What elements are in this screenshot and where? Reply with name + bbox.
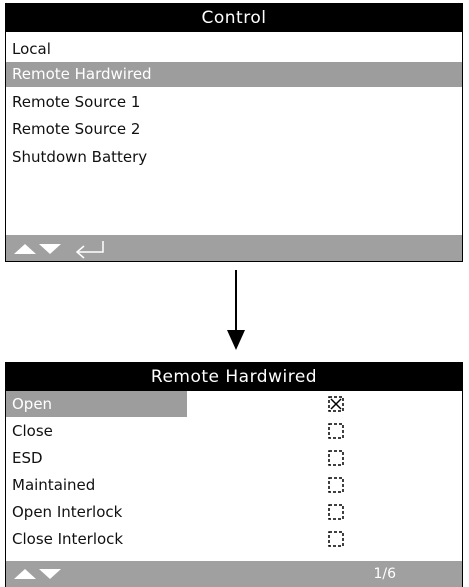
control-screen: Control Local Remote Hardwired Remote So… <box>5 3 463 262</box>
down-arrow-icon[interactable] <box>39 244 61 254</box>
option-label-close: Close <box>12 422 53 440</box>
remote-hardwired-screen: Remote Hardwired Open Close ESD Maintain… <box>5 362 463 587</box>
checkbox-unchecked-icon[interactable] <box>328 450 344 466</box>
checkbox-unchecked-icon[interactable] <box>328 531 344 547</box>
up-arrow-icon[interactable] <box>14 244 36 254</box>
option-row-close-interlock[interactable]: Close Interlock <box>6 526 462 553</box>
checkbox-unchecked-icon[interactable] <box>328 423 344 439</box>
control-title: Control <box>6 4 462 32</box>
option-row-open-interlock[interactable]: Open Interlock <box>6 499 462 526</box>
menu-item-remote-source-2[interactable]: Remote Source 2 <box>6 117 462 142</box>
menu-item-shutdown-battery[interactable]: Shutdown Battery <box>6 145 462 170</box>
control-footer <box>6 235 462 261</box>
option-label-maintained: Maintained <box>12 476 96 494</box>
remote-hardwired-title: Remote Hardwired <box>6 363 462 391</box>
option-row-esd[interactable]: ESD <box>6 445 462 472</box>
checkbox-unchecked-icon[interactable] <box>328 504 344 520</box>
menu-item-remote-source-1[interactable]: Remote Source 1 <box>6 90 462 115</box>
checkbox-unchecked-icon[interactable] <box>328 477 344 493</box>
remote-hardwired-footer: 1/6 <box>6 561 462 587</box>
down-arrow-icon[interactable] <box>39 569 61 579</box>
enter-icon[interactable] <box>75 241 104 259</box>
option-label-esd: ESD <box>12 449 43 467</box>
up-arrow-icon[interactable] <box>14 569 36 579</box>
option-label-close-interlock: Close Interlock <box>12 530 124 548</box>
option-row-close[interactable]: Close <box>6 418 462 445</box>
checkbox-checked-icon[interactable] <box>328 396 344 412</box>
option-label-open-interlock: Open Interlock <box>12 503 123 521</box>
option-row-maintained[interactable]: Maintained <box>6 472 462 499</box>
page-indicator: 1/6 <box>373 566 396 582</box>
option-row-open[interactable]: Open <box>6 391 462 418</box>
option-label-open: Open <box>6 391 187 417</box>
menu-item-remote-hardwired[interactable]: Remote Hardwired <box>6 62 462 87</box>
menu-item-local[interactable]: Local <box>6 37 462 62</box>
down-arrow-icon <box>227 270 245 350</box>
